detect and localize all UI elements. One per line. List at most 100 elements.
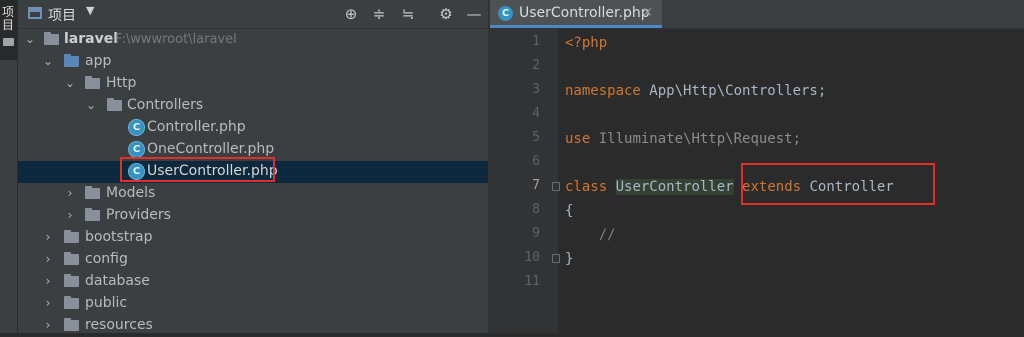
folder-icon xyxy=(64,54,79,67)
php-class-icon: C xyxy=(498,6,513,21)
tree-item-config[interactable]: › config xyxy=(18,249,488,271)
fold-marker-icon[interactable] xyxy=(552,254,560,263)
line-number-current: 7 xyxy=(532,178,540,193)
code-line-5: use Illuminate\Http\Request; xyxy=(565,127,801,151)
namespace-name: App\Http\Controllers; xyxy=(640,83,827,99)
tree-item-controller-php[interactable]: C Controller.php xyxy=(18,117,488,139)
tree-item-label: Models xyxy=(106,185,156,201)
chevron-right-icon[interactable]: › xyxy=(64,208,76,222)
project-panel-title[interactable]: 项目 xyxy=(48,5,76,25)
php-open-tag: <?php xyxy=(565,35,608,51)
tool-window-strip: 项目 xyxy=(0,0,18,333)
gear-icon[interactable]: ⚙ xyxy=(436,4,456,24)
tree-item-label: app xyxy=(85,53,112,69)
tree-item-controllers[interactable]: ⌄ Controllers xyxy=(18,95,488,117)
project-panel-header: 项目 ▼ ⊕ ≑ ≒ ⚙ — xyxy=(18,0,488,29)
folder-icon xyxy=(44,32,59,45)
folder-icon xyxy=(85,76,100,89)
keyword: namespace xyxy=(565,83,641,99)
tree-item-label: Controllers xyxy=(127,97,204,113)
line-number: 6 xyxy=(532,154,540,169)
close-icon[interactable]: × xyxy=(642,5,653,20)
line-number: 11 xyxy=(524,274,540,289)
annotation-box-code xyxy=(741,163,935,205)
chevron-right-icon[interactable]: › xyxy=(42,252,54,266)
php-class-icon: C xyxy=(128,119,145,136)
tree-item-database[interactable]: › database xyxy=(18,271,488,293)
code-line-3: namespace App\Http\Controllers; xyxy=(565,79,826,103)
folder-icon xyxy=(64,296,79,309)
keyword: class xyxy=(565,179,608,195)
chevron-down-icon[interactable]: ⌄ xyxy=(64,76,76,90)
chevron-down-icon[interactable]: ▼ xyxy=(86,4,94,17)
import-name: Illuminate\Http\Request; xyxy=(590,131,802,147)
comment: // xyxy=(565,227,616,243)
fold-marker-icon[interactable] xyxy=(552,182,560,191)
line-number: 8 xyxy=(532,202,540,217)
code-line-9: // xyxy=(565,223,616,247)
code-line-10: } xyxy=(565,247,573,271)
tree-item-label: bootstrap xyxy=(85,229,153,245)
folder-icon xyxy=(64,274,79,287)
project-panel: 项目 ▼ ⊕ ≑ ≒ ⚙ — ⌄ laravel F:\wwwroot\lara… xyxy=(18,0,488,333)
folder-icon xyxy=(85,186,100,199)
tree-item-label: database xyxy=(85,273,150,289)
chevron-right-icon[interactable]: › xyxy=(42,318,54,332)
tree-item-bootstrap[interactable]: › bootstrap xyxy=(18,227,488,249)
line-number: 10 xyxy=(524,250,540,265)
editor-tab-bar: C UserController.php × xyxy=(490,0,1024,29)
tree-item-label: Http xyxy=(106,75,137,91)
chevron-right-icon[interactable]: › xyxy=(42,296,54,310)
tree-item-label: public xyxy=(85,295,128,311)
line-number-gutter: 1 2 3 4 5 6 7 8 9 10 11 xyxy=(490,29,558,333)
code-line-1: <?php xyxy=(565,31,607,55)
line-number: 3 xyxy=(532,82,540,97)
folder-icon xyxy=(64,252,79,265)
collapse-all-icon[interactable]: ≒ xyxy=(398,4,418,24)
line-number: 2 xyxy=(532,58,540,73)
project-tool-window-label: 项目 xyxy=(2,5,15,32)
class-name: UserController xyxy=(615,179,734,195)
brace: { xyxy=(565,203,574,219)
tree-item-label: Providers xyxy=(106,207,171,223)
folder-icon xyxy=(107,98,122,111)
project-path: F:\wwwroot\laravel xyxy=(115,32,237,47)
tree-item-app[interactable]: ⌄ app xyxy=(18,51,488,73)
tree-item-models[interactable]: › Models xyxy=(18,183,488,205)
line-number: 9 xyxy=(532,226,540,241)
chevron-right-icon[interactable]: › xyxy=(42,230,54,244)
locate-icon[interactable]: ⊕ xyxy=(341,4,361,24)
folder-icon xyxy=(64,318,79,331)
chevron-down-icon[interactable]: ⌄ xyxy=(24,32,36,46)
minimize-icon[interactable]: — xyxy=(464,4,484,24)
folder-icon xyxy=(64,230,79,243)
tree-item-laravel[interactable]: ⌄ laravel F:\wwwroot\laravel xyxy=(18,29,488,51)
tree-item-label: resources xyxy=(85,317,153,333)
folder-icon xyxy=(3,38,14,46)
php-class-icon: C xyxy=(128,141,145,158)
tree-item-public[interactable]: › public xyxy=(18,293,488,315)
chevron-right-icon[interactable]: › xyxy=(64,186,76,200)
chevron-down-icon[interactable]: ⌄ xyxy=(85,98,97,112)
line-number: 4 xyxy=(532,106,540,121)
tree-item-label: laravel xyxy=(64,31,119,47)
code-line-8: { xyxy=(565,199,573,223)
tree-item-label: OneController.php xyxy=(147,141,275,157)
tab-label: UserController.php xyxy=(519,5,650,21)
keyword: use xyxy=(565,131,591,147)
tab-usercontroller-php[interactable]: C UserController.php × xyxy=(490,0,662,28)
chevron-right-icon[interactable]: › xyxy=(42,274,54,288)
line-number: 1 xyxy=(532,34,540,49)
tree-item-label: Controller.php xyxy=(147,119,246,135)
expand-all-icon[interactable]: ≑ xyxy=(369,4,389,24)
tree-item-providers[interactable]: › Providers xyxy=(18,205,488,227)
line-number: 5 xyxy=(532,130,540,145)
tree-item-label: config xyxy=(85,251,128,267)
tree-item-http[interactable]: ⌄ Http xyxy=(18,73,488,95)
brace: } xyxy=(565,251,574,267)
folder-icon xyxy=(85,208,100,221)
tree-item-resources[interactable]: › resources xyxy=(18,315,488,337)
project-tool-window-button[interactable]: 项目 xyxy=(0,0,17,60)
annotation-box-tree xyxy=(120,157,275,182)
chevron-down-icon[interactable]: ⌄ xyxy=(42,54,54,68)
